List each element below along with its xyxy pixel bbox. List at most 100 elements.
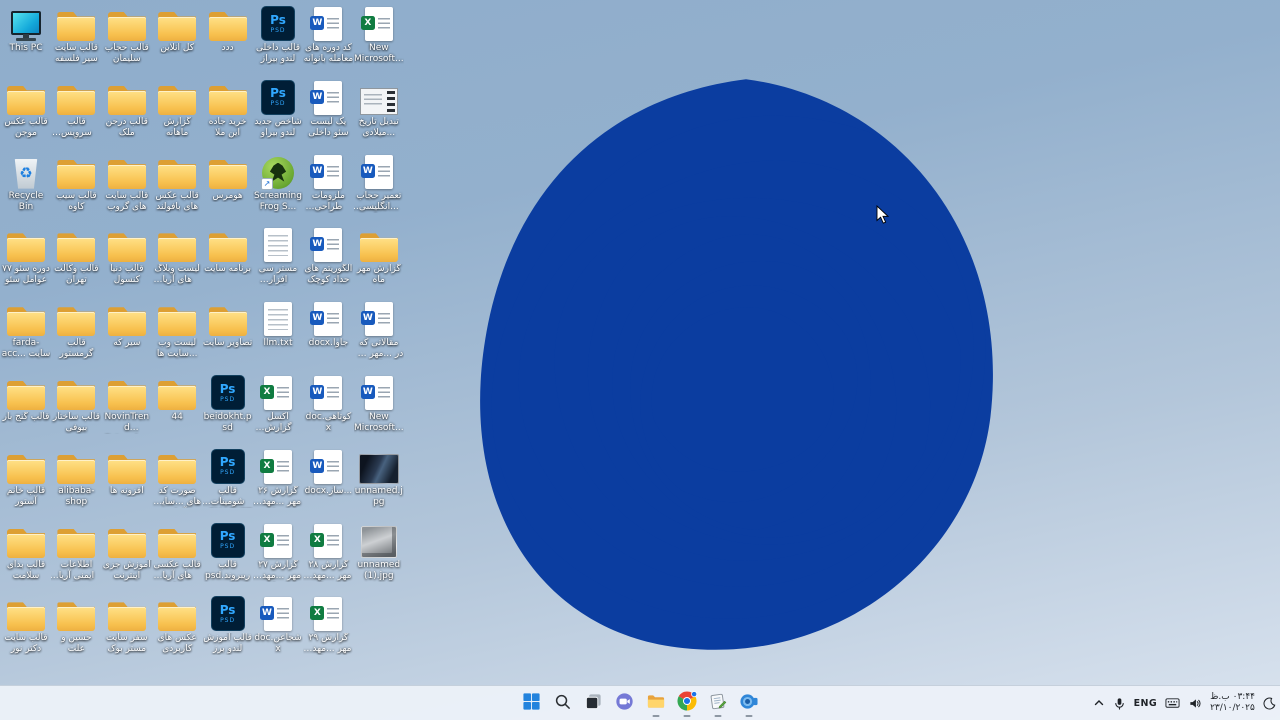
desktop-icon-folder[interactable]: قالب ساختار بیوفی <box>51 372 101 434</box>
language-indicator[interactable]: ENG <box>1134 698 1157 709</box>
desktop-icon-excel[interactable]: Xگزارش ۲۹ مهر ...مهدی شجا <box>303 593 353 655</box>
desktop-icon-excel[interactable]: Xگزارش ۲۸ مهر ...مهدی شجا <box>303 520 353 582</box>
desktop-icon-word[interactable]: W شجاعن.docx <box>253 593 303 655</box>
speaker-icon[interactable] <box>1188 697 1202 710</box>
desktop-icon-label: قالب عکس موجن <box>4 116 48 138</box>
taskbar-button-media-app[interactable] <box>734 688 763 718</box>
desktop-icon-folder[interactable]: خرید جاده این ملا <box>203 77 253 139</box>
desktop-icon-word[interactable]: W New Microsoft... <box>354 372 404 434</box>
desktop-icon-folder[interactable]: قالب سرویس کارآمد <box>51 77 101 139</box>
desktop-icon-word[interactable]: W جاوا.docx <box>303 298 353 349</box>
desktop[interactable]: This PC قالب سایت سیر فلسفه قالب حجاب سلیم… <box>0 0 1280 720</box>
taskbar-button-chat[interactable] <box>610 688 639 718</box>
desktop-icon-excel[interactable]: Xگزارش ۲۷ مهر ...مهدی شجاع <box>253 520 303 582</box>
do-not-disturb-moon-icon[interactable] <box>1263 697 1276 710</box>
desktop-icon-folder[interactable]: لیست وب ...سایت ها <box>152 298 202 360</box>
desktop-icon-excel[interactable]: Xاکسل گزارش ...دهی مهر <box>253 372 303 434</box>
desktop-icon-excel[interactable]: X New Microsoft... <box>354 3 404 65</box>
taskbar-button-chrome[interactable] <box>672 688 701 718</box>
desktop-icon-folder[interactable]: برنامه سایت <box>203 224 253 275</box>
desktop-icon-psd[interactable]: Ps PSD شاخص جدید لندو بیراو <box>253 77 303 139</box>
desktop-icon-label: قالب سرویس کارآمد <box>60 116 92 138</box>
desktop-icon-label: 44 <box>171 412 183 422</box>
desktop-icon-word[interactable]: Wملزومات طراحی سایت <box>303 151 353 213</box>
desktop-icon-film[interactable]: تبدیل تاریخ ...میلادی <box>354 77 404 139</box>
desktop-icon-folder[interactable]: قالب دنیا کنسول <box>102 224 152 286</box>
desktop-icon-folder[interactable]: لیست وبلاگ های آریا تهران <box>152 224 202 286</box>
desktop-icon-folder[interactable]: گزارش مهر ماه <box>354 224 404 286</box>
desktop-icon-folder[interactable]: NovinTrend Extension <box>102 372 152 434</box>
desktop-icon-label: قالب خانم آستور <box>6 485 46 507</box>
start-icon <box>522 692 541 715</box>
desktop-icon-folder[interactable]: حسین و علت <box>51 593 101 655</box>
desktop-icon-excel[interactable]: Xگزارش ۲۶ مهر ...مهدی شجاع <box>253 446 303 508</box>
desktop-icon-textdoc[interactable]: مستر سی افزار ...اهداف سئو <box>253 224 303 286</box>
desktop-icon-folder[interactable]: عکس های کاربردی <box>152 593 202 655</box>
desktop-icon-folder[interactable]: قالب عکسی های آریا تهران <box>152 520 202 582</box>
taskbar-button-task-view[interactable] <box>579 688 608 718</box>
desktop-icon-imgdark[interactable]: unnamed.jpg <box>354 446 404 508</box>
desktop-icon-folder[interactable]: قالب عکس موجن <box>1 77 51 139</box>
desktop-icon-imggray[interactable]: unnamed (1).jpg <box>354 520 404 582</box>
desktop-icon-pc[interactable]: This PC <box>1 3 51 54</box>
desktop-icon-folder[interactable]: قالب گنج بار <box>1 372 51 423</box>
taskbar-clock[interactable]: ۰۳:۴۴ ب.ظ ۲۳/۱۰/۲۰۲۵ <box>1210 692 1255 714</box>
desktop-icon-folder[interactable]: کل آنلاین <box>152 3 202 54</box>
touch-keyboard-icon[interactable] <box>1165 697 1180 709</box>
desktop-icon-folder[interactable]: اطلاعات ایمنی آریا تهران <box>51 520 101 582</box>
desktop-icon-psd[interactable]: PsPSDقالب شومینات EMARKET... <box>203 446 253 508</box>
desktop-icon-psd[interactable]: Ps PSD قالب آموزش لندو برز <box>203 593 253 655</box>
desktop-icon-word[interactable]: W الگوریتم های حداد کوچک <box>303 224 353 286</box>
desktop-icon-psd[interactable]: Ps PSD قالب ریبروند.psd <box>203 520 253 582</box>
desktop-icon-folder[interactable]: alibaba-shop <box>51 446 101 508</box>
desktop-icon-frog[interactable]: ↗ Screaming Frog S... <box>253 151 303 213</box>
desktop-icon-folder[interactable]: سفر سایت مستر بوک <box>102 593 152 655</box>
desktop-icon-folder[interactable]: افزونه ها <box>102 446 152 497</box>
desktop-icon-psd[interactable]: Ps PSD قالب داخلی لندو بیراز <box>253 3 303 65</box>
desktop-icon-textdoc[interactable]: llm.txt <box>253 298 303 349</box>
taskbar-button-notepad[interactable] <box>703 688 732 718</box>
desktop-icon-folder[interactable]: گزارش ماهانه <box>152 77 202 139</box>
tray-chevron-up-icon[interactable] <box>1093 697 1105 709</box>
desktop-icon-folder[interactable]: دوره سئو ۷۷ عوامل سئو <box>1 224 51 286</box>
desktop-icon-recycle[interactable]: ♻ Recycle Bin <box>1 151 51 213</box>
desktop-icon-folder[interactable]: قالب خانم آستور <box>1 446 51 508</box>
desktop-icon-word[interactable]: W ...ساز.docx <box>303 446 353 497</box>
desktop-icon-folder[interactable]: صورت کد های ...سایت آریان <box>152 446 202 508</box>
desktop-icon-folder[interactable]: قالب گرمستور <box>51 298 101 360</box>
desktop-icon-folder[interactable]: قالب سایت سیر فلسفه <box>51 3 101 65</box>
desktop-icon-label: farda-acc... سایت <box>1 338 51 360</box>
desktop-icon-folder[interactable]: سیر که <box>102 298 152 349</box>
desktop-icon-folder[interactable]: قالب سیب کاوه <box>51 151 101 213</box>
desktop-icon-word[interactable]: W کوتاهی.docx <box>303 372 353 434</box>
microphone-icon[interactable] <box>1113 697 1126 710</box>
folder-icon <box>107 298 146 337</box>
desktop-icon-folder[interactable]: قالب سایت دکتر نور <box>1 593 51 655</box>
taskbar-button-search[interactable] <box>548 688 577 718</box>
desktop-icon-label: سفر سایت مستر بوک <box>106 633 148 655</box>
desktop-icon-word[interactable]: W کد دوره های معامله بانوانه <box>303 3 353 65</box>
desktop-icon-word[interactable]: Wتعمیر حجاب ...انگلیسی دهقان <box>354 151 404 213</box>
desktop-icon-folder[interactable]: قالب وکالت تهران <box>51 224 101 286</box>
desktop-icon-folder[interactable]: قالب عکس های بافولند <box>152 151 202 213</box>
folder-icon <box>57 151 96 189</box>
desktop-icon-folder[interactable]: ددد <box>203 3 253 54</box>
desktop-icon-label: گزارش ۲۹ مهر ...مهدی شجا <box>305 633 352 655</box>
desktop-icon-word[interactable]: W یک لیست سئو داخلی <box>303 77 353 139</box>
taskbar-button-file-explorer[interactable] <box>641 688 670 718</box>
taskbar-button-start[interactable] <box>517 688 546 718</box>
desktop-icon-folder[interactable]: آموزش جزی اینترنت <box>102 520 152 582</box>
desktop-icon-folder[interactable]: 44 <box>152 372 202 423</box>
desktop-icon-label: اکسل گزارش ...دهی مهر <box>264 412 292 433</box>
desktop-icon-folder[interactable]: قالب بدای سلامت <box>1 520 51 582</box>
desktop-icon-word[interactable]: Wمقالاتی که در ...مهر ماه باید <box>354 298 404 360</box>
desktop-icon-folder[interactable]: قالب سایت های گروب <box>102 151 152 213</box>
desktop-icon-psd[interactable]: Ps PSD beidokht.psd <box>203 372 253 434</box>
desktop-icon-folder[interactable]: تصاویر سایت <box>203 298 253 349</box>
folder-icon <box>7 372 45 410</box>
desktop-icon-label: برنامه سایت <box>204 264 252 275</box>
desktop-icon-folder[interactable]: قالب حجاب سلیمان <box>102 3 152 65</box>
desktop-icon-folder[interactable]: farda-acc... سایت <box>1 298 51 360</box>
desktop-icon-folder[interactable]: هومرس <box>203 151 253 202</box>
desktop-icon-folder[interactable]: قالب درجن ملک <box>102 77 152 139</box>
